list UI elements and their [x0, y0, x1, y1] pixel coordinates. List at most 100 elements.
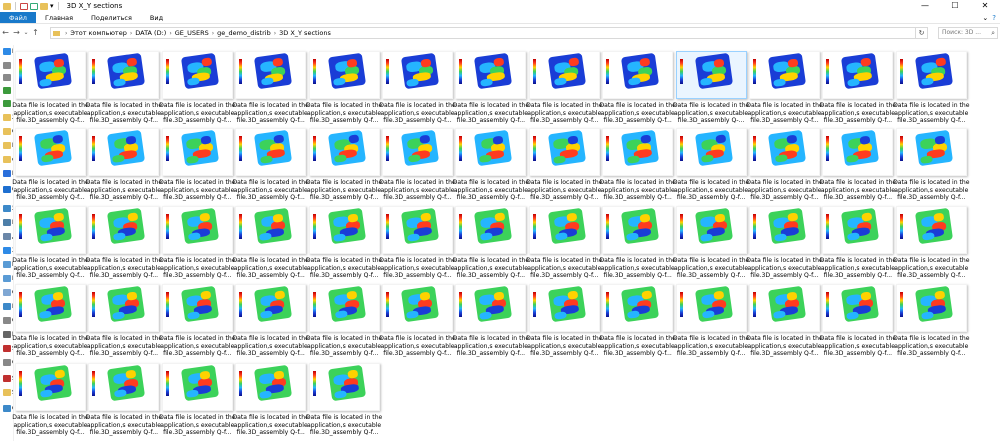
breadcrumb-separator[interactable]: › — [130, 30, 132, 37]
file-item[interactable]: Data file is located in the application,… — [232, 284, 309, 363]
sidebar-item[interactable]: До — [0, 230, 13, 242]
file-item[interactable]: Data file is located in the application,… — [820, 51, 896, 130]
sidebar-item[interactable]: Drop — [0, 167, 13, 179]
file-item[interactable]: Data file is located in the application,… — [12, 128, 89, 207]
sidebar-item[interactable]: За — [0, 244, 13, 256]
file-item[interactable]: Data file is located in the application,… — [86, 128, 162, 207]
file-item[interactable]: Data file is located in the application,… — [159, 206, 236, 285]
sidebar-item[interactable]: Ви — [0, 216, 13, 228]
up-arrow-icon[interactable]: ↑ — [30, 26, 41, 40]
file-item[interactable]: Data file is located in the application,… — [453, 128, 529, 207]
file-item[interactable]: Data file is located in the application,… — [453, 51, 529, 130]
tab-view[interactable]: Вид — [141, 12, 172, 23]
sidebar-item[interactable]: Сет — [0, 402, 13, 414]
file-item[interactable]: Data file is located in the application,… — [673, 206, 749, 285]
file-item[interactable]: Data file is located in the application,… — [306, 128, 382, 207]
breadcrumb-separator[interactable]: › — [169, 30, 171, 37]
sidebar-item[interactable] — [0, 59, 13, 71]
file-item[interactable]: Data file is located in the application,… — [453, 284, 529, 363]
ribbon-expand-icon[interactable]: ⌄ — [982, 12, 988, 24]
file-item[interactable]: Data file is located in the application,… — [12, 363, 89, 442]
file-item[interactable]: Data file is located in the application,… — [379, 128, 456, 207]
breadcrumb-ge-demo-distrib[interactable]: ge_demo_distrib — [217, 29, 271, 37]
sidebar-item[interactable]: Ра — [0, 300, 13, 312]
breadcrumb-ge-users[interactable]: GE_USERS — [175, 29, 209, 37]
sidebar-item[interactable]: GE — [0, 125, 13, 137]
folder-icon[interactable] — [3, 2, 11, 10]
file-item[interactable]: Data file is located in the application,… — [12, 284, 89, 363]
sidebar-item[interactable]: Быс — [0, 45, 13, 57]
file-item[interactable]: Data file is located in the application,… — [306, 284, 382, 363]
file-item[interactable]: Data file is located in the application,… — [453, 206, 529, 285]
file-item[interactable]: Data file is located in the application,… — [86, 284, 162, 363]
quick-access-dropdown-icon[interactable]: ▾ — [50, 2, 54, 10]
file-item[interactable]: Data file is located in the application,… — [673, 284, 749, 363]
sidebar-item[interactable]: OS — [0, 314, 13, 326]
file-item[interactable]: Data file is located in the application,… — [673, 128, 749, 207]
file-item[interactable]: Data file is located in the application,… — [746, 206, 823, 285]
help-icon[interactable]: ? — [992, 12, 996, 24]
file-item[interactable]: Data file is located in the application,… — [159, 284, 236, 363]
tab-home[interactable]: Главная — [36, 12, 82, 23]
file-item[interactable]: Data file is located in the application,… — [86, 206, 162, 285]
file-item[interactable]: Data file is located in the application,… — [526, 284, 603, 363]
file-item[interactable]: Data file is located in the application,… — [673, 51, 749, 130]
file-item[interactable]: Data file is located in the application,… — [379, 284, 456, 363]
file-item[interactable]: Data file is located in the application,… — [599, 206, 676, 285]
file-item[interactable]: Data file is located in the application,… — [232, 206, 309, 285]
file-item[interactable]: Data file is located in the application,… — [159, 51, 236, 130]
breadcrumb-separator[interactable]: › — [65, 30, 67, 37]
maximize-button[interactable]: ☐ — [940, 0, 970, 12]
file-item[interactable]: Data file is located in the application,… — [599, 51, 676, 130]
file-item[interactable]: Data file is located in the application,… — [306, 206, 382, 285]
checklist-icon[interactable] — [30, 2, 38, 10]
file-item[interactable]: Data file is located in the application,… — [893, 284, 970, 363]
properties-icon[interactable] — [20, 2, 28, 10]
close-button[interactable]: ✕ — [970, 0, 1000, 12]
file-item[interactable]: Data file is located in the application,… — [599, 128, 676, 207]
file-item[interactable]: Data file is located in the application,… — [526, 206, 603, 285]
file-item[interactable]: Data file is located in the application,… — [232, 363, 309, 442]
file-item[interactable]: Data file is located in the application,… — [379, 206, 456, 285]
file-item[interactable]: Data file is located in the application,… — [746, 284, 823, 363]
file-item[interactable]: Data file is located in the application,… — [526, 51, 603, 130]
file-item[interactable]: Data file is located in the application,… — [893, 128, 970, 207]
file-item[interactable]: Data file is located in the application,… — [12, 51, 89, 130]
breadcrumb-separator[interactable]: › — [274, 30, 276, 37]
breadcrumb-data-drive[interactable]: DATA (D:) — [135, 29, 166, 37]
sidebar-item[interactable] — [0, 71, 13, 83]
file-item[interactable]: Data file is located in the application,… — [86, 51, 162, 130]
tab-share[interactable]: Поделиться — [82, 12, 141, 23]
recent-locations-icon[interactable]: ⌄ — [22, 26, 30, 40]
file-item[interactable]: Data file is located in the application,… — [159, 128, 236, 207]
file-item[interactable]: Data file is located in the application,… — [820, 128, 896, 207]
sidebar-item[interactable]: сер — [0, 153, 13, 165]
search-input[interactable]: Поиск: 3D ... ⌕ — [938, 27, 998, 39]
file-item[interactable]: Data file is located in the application,… — [526, 128, 603, 207]
file-item[interactable]: Data file is located in the application,… — [746, 51, 823, 130]
new-folder-icon[interactable] — [40, 2, 48, 10]
sidebar-item[interactable]: Sys — [0, 386, 13, 398]
sidebar-item[interactable]: Об — [0, 286, 13, 298]
file-item[interactable]: Data file is located in the application,… — [232, 128, 309, 207]
file-item[interactable]: Data file is located in the application,… — [820, 284, 896, 363]
breadcrumb-separator[interactable]: › — [212, 30, 214, 37]
file-item[interactable]: Data file is located in the application,… — [746, 128, 823, 207]
back-arrow-icon[interactable]: ← — [0, 26, 11, 40]
breadcrumb-current-folder[interactable]: 3D X_Y sections — [279, 29, 331, 37]
file-item[interactable]: Data file is located in the application,… — [820, 206, 896, 285]
file-item[interactable]: Data file is located in the application,… — [893, 51, 970, 130]
refresh-icon[interactable]: ↻ — [915, 28, 927, 38]
sidebar-item[interactable]: Этот — [0, 202, 13, 214]
file-item[interactable]: Data file is located in the application,… — [379, 51, 456, 130]
file-item[interactable]: Data file is located in the application,… — [306, 51, 382, 130]
sidebar-item[interactable] — [0, 84, 13, 96]
address-bar[interactable]: › Этот компьютер › DATA (D:) › GE_USERS … — [50, 27, 928, 39]
file-item[interactable]: Data file is located in the application,… — [306, 363, 382, 442]
file-item[interactable]: Data file is located in the application,… — [599, 284, 676, 363]
file-item[interactable]: Data file is located in the application,… — [232, 51, 309, 130]
sidebar-item[interactable]: SDH — [0, 372, 13, 384]
sidebar-item[interactable]: РУ — [0, 139, 13, 151]
forward-arrow-icon[interactable]: → — [11, 26, 22, 40]
file-item[interactable]: Data file is located in the application,… — [86, 363, 162, 442]
